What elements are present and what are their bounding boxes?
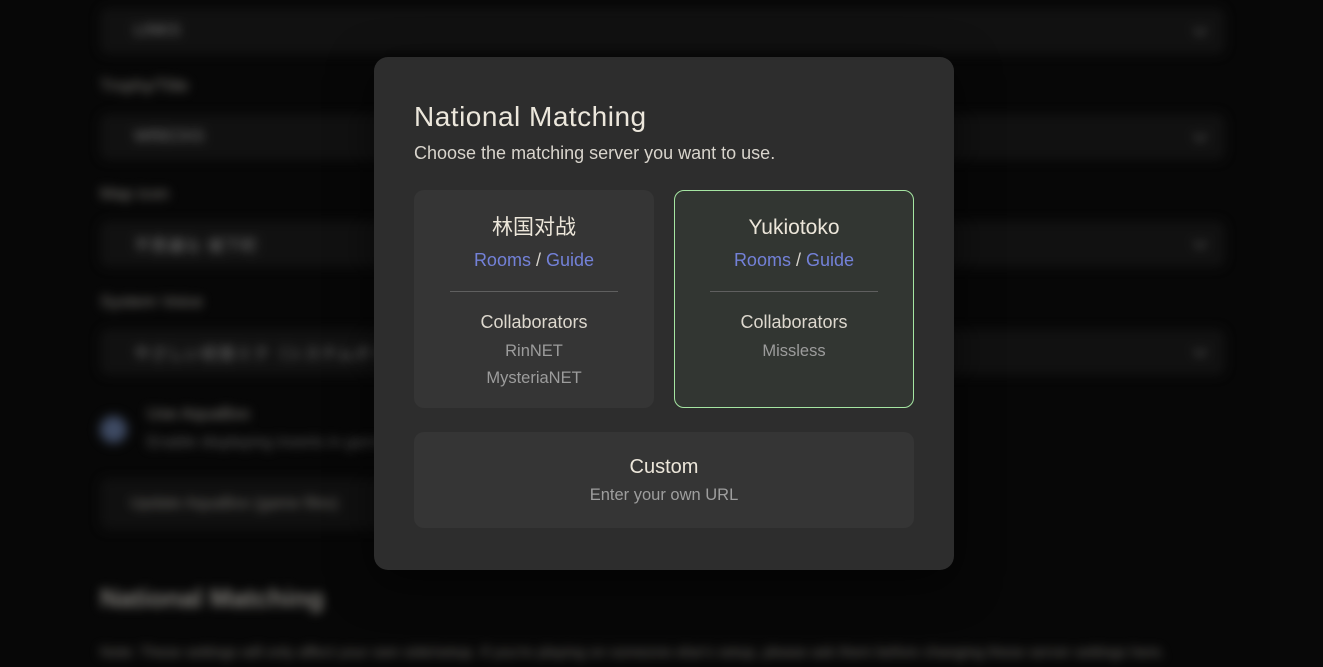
guide-link[interactable]: Guide: [546, 250, 594, 270]
collaborators-list: Missless: [675, 338, 913, 365]
collaborator-item: RinNET: [415, 338, 653, 365]
server-card-yukiotoko[interactable]: Yukiotoko Rooms / Guide Collaborators Mi…: [674, 190, 914, 408]
server-links: Rooms / Guide: [675, 247, 913, 273]
rooms-link[interactable]: Rooms: [474, 250, 531, 270]
collaborator-item: MysteriaNET: [415, 365, 653, 392]
server-name: 林国对战: [415, 215, 653, 241]
custom-server-card[interactable]: Custom Enter your own URL: [414, 432, 914, 528]
national-matching-dialog: National Matching Choose the matching se…: [374, 57, 954, 570]
server-options-row: 林国对战 Rooms / Guide Collaborators RinNET …: [414, 190, 914, 408]
collaborators-title: Collaborators: [415, 309, 653, 335]
custom-card-title: Custom: [414, 432, 914, 480]
dialog-title: National Matching: [414, 101, 914, 133]
rooms-link[interactable]: Rooms: [734, 250, 791, 270]
divider: [710, 291, 878, 292]
server-links: Rooms / Guide: [415, 247, 653, 273]
dialog-subtitle: Choose the matching server you want to u…: [414, 142, 914, 164]
collaborators-title: Collaborators: [675, 309, 913, 335]
collaborators-list: RinNET MysteriaNET: [415, 338, 653, 392]
server-name: Yukiotoko: [675, 215, 913, 241]
divider: [450, 291, 618, 292]
link-separator: /: [796, 250, 801, 270]
link-separator: /: [536, 250, 541, 270]
custom-card-subtitle: Enter your own URL: [414, 484, 914, 506]
collaborator-item: Missless: [675, 338, 913, 365]
guide-link[interactable]: Guide: [806, 250, 854, 270]
server-card-linguo[interactable]: 林国对战 Rooms / Guide Collaborators RinNET …: [414, 190, 654, 408]
